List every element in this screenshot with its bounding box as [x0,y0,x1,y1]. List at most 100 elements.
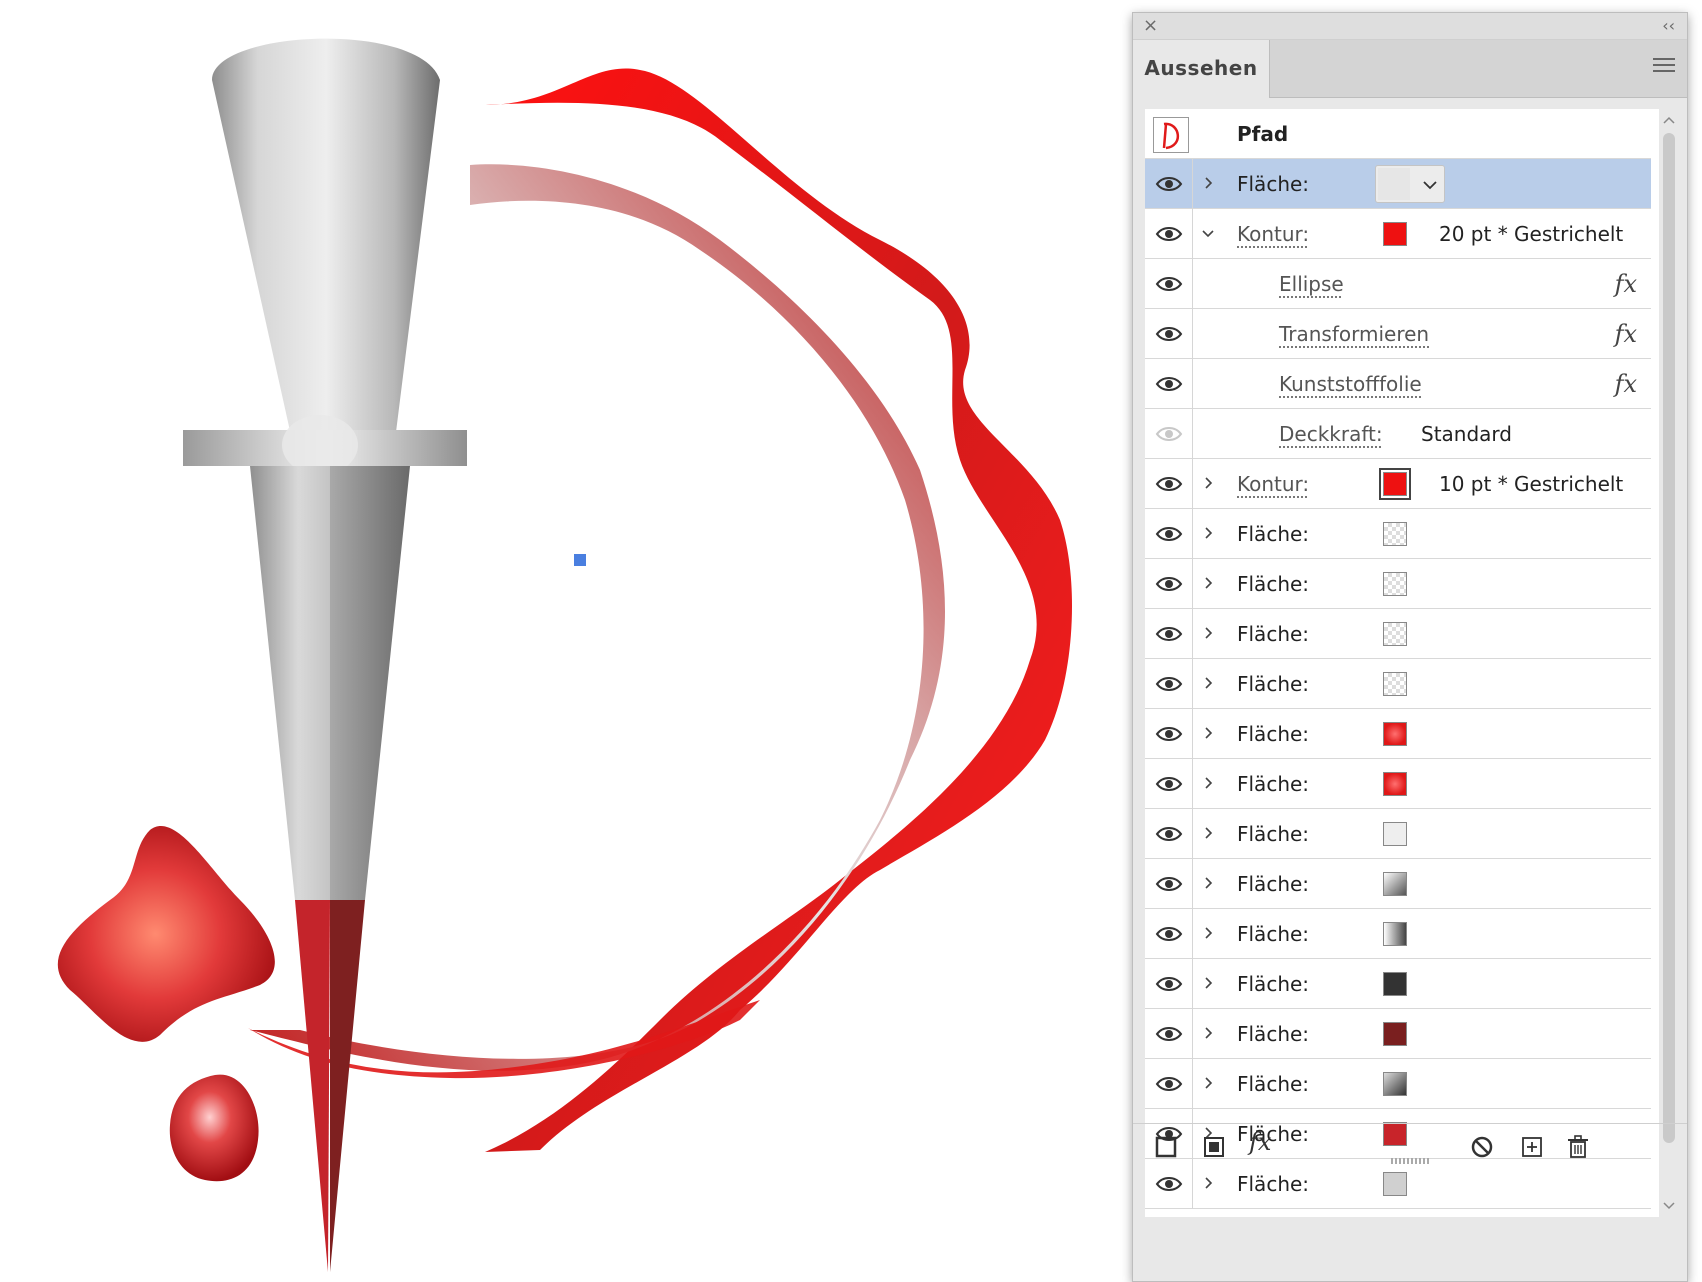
chevron-right-icon[interactable] [1201,1026,1215,1040]
appearance-row-flaeche-2[interactable]: Fläche: [1145,509,1651,559]
eye-icon[interactable] [1155,1075,1183,1093]
stroke-color-swatch[interactable] [1379,468,1411,500]
row-label[interactable]: Kontur: [1237,209,1309,259]
visibility-toggle[interactable] [1145,559,1193,609]
fill-color-swatch[interactable] [1383,1172,1407,1196]
fill-color-swatch[interactable] [1375,165,1445,203]
trash-icon[interactable] [1565,1134,1591,1160]
eye-icon[interactable] [1155,525,1183,543]
chevron-right-icon[interactable] [1201,826,1215,840]
appearance-row-flaeche-12[interactable]: Fläche: [1145,1009,1651,1059]
eye-icon[interactable] [1155,625,1183,643]
eye-icon[interactable] [1155,1175,1183,1193]
fill-color-swatch[interactable] [1383,672,1407,696]
visibility-toggle[interactable] [1145,909,1193,959]
fill-color-swatch[interactable] [1383,572,1407,596]
eye-icon[interactable] [1155,725,1183,743]
tab-aussehen[interactable]: Aussehen [1133,40,1270,98]
fill-color-swatch[interactable] [1383,922,1407,946]
hamburger-menu-icon[interactable] [1653,56,1675,74]
eye-icon[interactable] [1155,775,1183,793]
chevron-right-icon[interactable] [1201,526,1215,540]
chevron-right-icon[interactable] [1201,676,1215,690]
chevron-right-icon[interactable] [1201,176,1215,190]
anchor-point[interactable] [574,554,586,566]
row-label[interactable]: Deckkraft: [1279,409,1383,459]
eye-icon[interactable] [1155,825,1183,843]
visibility-toggle[interactable] [1145,859,1193,909]
chevron-right-icon[interactable] [1201,476,1215,490]
appearance-row-flaeche-10[interactable]: Fläche: [1145,909,1651,959]
appearance-row-flaeche-1[interactable]: Fläche: [1145,159,1651,209]
scroll-thumb[interactable] [1663,133,1675,1143]
eye-icon[interactable] [1155,375,1183,393]
eye-icon[interactable] [1155,225,1183,243]
appearance-row-flaeche-3[interactable]: Fläche: [1145,559,1651,609]
visibility-toggle[interactable] [1145,609,1193,659]
visibility-toggle[interactable] [1145,159,1193,209]
fill-color-swatch[interactable] [1383,622,1407,646]
chevron-right-icon[interactable] [1201,1076,1215,1090]
eye-icon[interactable] [1155,925,1183,943]
appearance-row-flaeche-8[interactable]: Fläche: [1145,809,1651,859]
fill-color-swatch[interactable] [1383,972,1407,996]
visibility-toggle[interactable] [1145,409,1193,459]
close-icon[interactable]: × [1143,15,1158,37]
eye-icon[interactable] [1155,325,1183,343]
eye-icon[interactable] [1155,975,1183,993]
appearance-row-ellipse[interactable]: Ellipse fx [1145,259,1651,309]
chevron-right-icon[interactable] [1201,726,1215,740]
clear-appearance-icon[interactable] [1469,1134,1495,1160]
visibility-toggle[interactable] [1145,709,1193,759]
appearance-row-flaeche-7[interactable]: Fläche: [1145,759,1651,809]
visibility-toggle[interactable] [1145,459,1193,509]
row-label[interactable]: Transformieren [1279,309,1429,359]
visibility-toggle[interactable] [1145,259,1193,309]
duplicate-item-icon[interactable] [1519,1134,1545,1160]
eye-icon[interactable] [1155,475,1183,493]
fill-color-swatch[interactable] [1383,772,1407,796]
scrollbar[interactable] [1661,109,1677,1217]
visibility-toggle[interactable] [1145,659,1193,709]
appearance-row-kontur-2[interactable]: Kontur: 10 pt * Gestrichelt [1145,459,1651,509]
resize-grip-icon[interactable] [1391,1158,1431,1164]
visibility-toggle[interactable] [1145,1059,1193,1109]
artwork-canvas[interactable] [0,0,1120,1282]
add-effect-fx-icon[interactable]: fx [1249,1128,1275,1156]
visibility-toggle[interactable] [1145,1009,1193,1059]
fill-color-swatch[interactable] [1383,872,1407,896]
chevron-right-icon[interactable] [1201,876,1215,890]
eye-icon[interactable] [1155,1025,1183,1043]
visibility-toggle[interactable] [1145,959,1193,1009]
fill-color-swatch[interactable] [1383,1072,1407,1096]
visibility-toggle[interactable] [1145,509,1193,559]
chevron-down-icon[interactable] [1422,178,1438,192]
chevron-right-icon[interactable] [1201,576,1215,590]
appearance-row-flaeche-13[interactable]: Fläche: [1145,1059,1651,1109]
eye-icon[interactable] [1155,275,1183,293]
appearance-row-flaeche-4[interactable]: Fläche: [1145,609,1651,659]
appearance-row-deckkraft[interactable]: Deckkraft: Standard [1145,409,1651,459]
visibility-toggle[interactable] [1145,359,1193,409]
stroke-color-swatch[interactable] [1383,222,1407,246]
collapse-panel-icon[interactable]: ‹‹ [1662,15,1675,37]
appearance-row-kontur-1[interactable]: Kontur: 20 pt * Gestrichelt [1145,209,1651,259]
eye-icon[interactable] [1155,875,1183,893]
visibility-toggle[interactable] [1145,809,1193,859]
effect-fx-icon[interactable]: fx [1615,359,1637,409]
eye-icon[interactable] [1155,675,1183,693]
fill-color-swatch[interactable] [1383,1022,1407,1046]
eye-icon[interactable] [1155,575,1183,593]
chevron-right-icon[interactable] [1201,926,1215,940]
eye-icon[interactable] [1155,425,1183,443]
chevron-down-icon[interactable] [1201,226,1215,240]
fill-color-swatch[interactable] [1383,522,1407,546]
appearance-row-transformieren[interactable]: Transformieren fx [1145,309,1651,359]
add-new-stroke-icon[interactable] [1153,1134,1179,1160]
visibility-toggle[interactable] [1145,209,1193,259]
scroll-down-icon[interactable] [1663,1199,1675,1211]
appearance-row-flaeche-9[interactable]: Fläche: [1145,859,1651,909]
effect-fx-icon[interactable]: fx [1615,309,1637,359]
visibility-toggle[interactable] [1145,309,1193,359]
row-label[interactable]: Kunststofffolie [1279,359,1422,409]
